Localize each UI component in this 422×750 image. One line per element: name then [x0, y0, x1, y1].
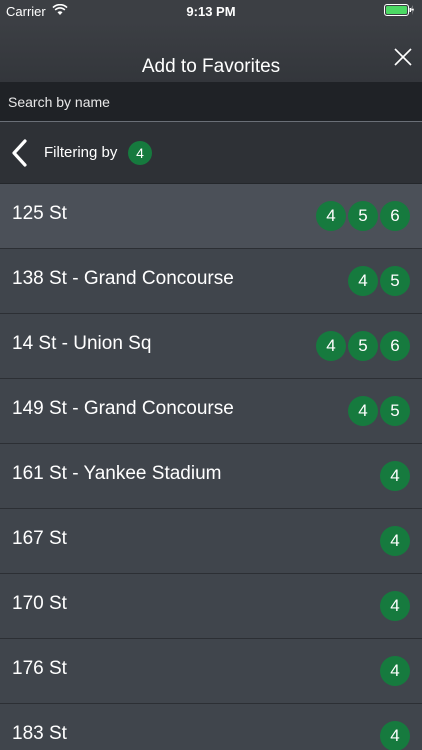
close-icon[interactable] — [392, 46, 414, 68]
station-row[interactable]: 161 St - Yankee Stadium 4 — [0, 444, 422, 509]
route-badge-group: 456 — [316, 331, 410, 361]
page-title: Add to Favorites — [141, 56, 281, 77]
station-name: 161 St - Yankee Stadium — [12, 463, 222, 484]
filter-row: Filtering by 4 — [0, 122, 422, 184]
route-badge-group: 45 — [348, 266, 410, 296]
filter-route-badge: 4 — [128, 141, 152, 165]
station-row[interactable]: 167 St 4 — [0, 509, 422, 574]
route-badge-group: 4 — [380, 721, 410, 750]
station-row[interactable]: 176 St 4 — [0, 639, 422, 704]
station-name: 170 St — [12, 593, 67, 614]
station-name: 167 St — [12, 528, 67, 549]
station-name: 138 St - Grand Concourse — [12, 268, 234, 289]
station-row[interactable]: 138 St - Grand Concourse 4 5 — [0, 249, 422, 314]
filter-label: Filtering by — [44, 144, 118, 161]
route-badge-group: 4 — [380, 656, 410, 686]
route-badge: 6 — [380, 331, 410, 361]
station-name: 125 St — [12, 203, 67, 224]
station-row[interactable]: 14 St - Union Sq 4 5 6 — [0, 314, 422, 379]
status-bar: Carrier 9:13 PM — [0, 0, 422, 22]
nav-header: Add to Favorites — [0, 22, 422, 82]
add-favorites-screen: Carrier 9:13 PM Add to Favorites Filteri… — [0, 0, 422, 750]
station-name: 14 St - Union Sq — [12, 333, 152, 354]
route-badge: 5 — [348, 331, 378, 361]
route-badge-group: 45 — [348, 396, 410, 426]
route-badge: 4 — [380, 526, 410, 556]
route-badge: 4 — [380, 656, 410, 686]
station-list: 125 St 4 5 6 138 St - Grand Concourse 4 5 14 St… — [0, 184, 422, 750]
route-badge: 4 — [380, 591, 410, 621]
battery-icon — [384, 4, 414, 16]
route-badge: 5 — [380, 266, 410, 296]
station-name: 176 St — [12, 658, 67, 679]
chevron-left-icon[interactable] — [8, 138, 32, 168]
route-badge: 5 — [380, 396, 410, 426]
search-bar — [0, 82, 422, 122]
route-badge: 5 — [348, 201, 378, 231]
station-row[interactable]: 149 St - Grand Concourse 4 5 — [0, 379, 422, 444]
station-name: 149 St - Grand Concourse — [12, 398, 234, 419]
route-badge-group: 4 — [380, 461, 410, 491]
route-badge-group: 4 — [380, 526, 410, 556]
route-badge: 4 — [380, 721, 410, 750]
station-row[interactable]: 125 St 4 5 6 — [0, 184, 422, 249]
station-row[interactable]: 183 St 4 — [0, 704, 422, 750]
status-time: 9:13 PM — [186, 4, 236, 19]
route-badge: 4 — [348, 396, 378, 426]
route-badge: 4 — [316, 201, 346, 231]
station-name: 183 St — [12, 723, 67, 744]
route-badge: 4 — [380, 461, 410, 491]
route-badge: 4 — [348, 266, 378, 296]
station-row[interactable]: 170 St 4 — [0, 574, 422, 639]
route-badge-group: 456 — [316, 201, 410, 231]
search-input[interactable] — [6, 90, 410, 114]
route-badge: 4 — [316, 331, 346, 361]
route-badge-group: 4 — [380, 591, 410, 621]
route-badge: 6 — [380, 201, 410, 231]
